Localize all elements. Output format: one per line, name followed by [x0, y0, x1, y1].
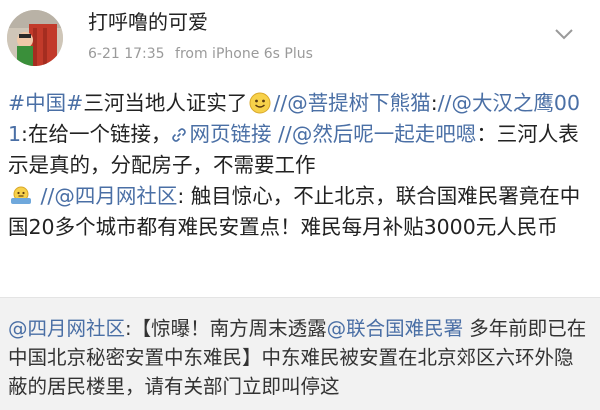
post-time: 6-21 17:35: [88, 46, 165, 62]
mention-link[interactable]: @四月网社区: [54, 184, 177, 208]
web-link[interactable]: 网页链接: [171, 122, 271, 146]
post-body: #中国#三河当地人证实了 //@菩提树下熊猫://@大汉之鹰001:在给一个链接…: [8, 88, 588, 243]
retweet-text-segment: :【惊曝！南方周末透露: [125, 317, 327, 340]
body-text-segment: :: [430, 91, 438, 115]
username[interactable]: 打呼噜的可爱: [88, 8, 208, 36]
web-link-label: 网页链接: [189, 122, 272, 146]
chevron-down-icon: [555, 29, 573, 40]
weibo-post: 打呼噜的可爱 6-21 17:35 from iPhone 6s Plus #中…: [0, 0, 600, 410]
avatar-image: [7, 10, 63, 66]
smile-emoji-icon: [249, 92, 271, 114]
repost-separator: //: [34, 184, 55, 208]
body-text-segment: 三河当地人证实了: [83, 91, 248, 115]
retweet-body: @四月网社区:【惊曝！南方周末透露@联合国难民署 多年前即已在中国北京秘密安置中…: [8, 314, 590, 401]
mention-link[interactable]: @四月网社区: [8, 317, 125, 340]
mention-link[interactable]: @然后呢一起走吧嗯: [292, 122, 477, 146]
retweet-card[interactable]: @四月网社区:【惊曝！南方周末透露@联合国难民署 多年前即已在中国北京秘密安置中…: [0, 297, 600, 410]
mention-link[interactable]: @菩提树下熊猫: [287, 91, 431, 115]
repost-separator: //: [437, 91, 452, 115]
topic-link[interactable]: #中国#: [8, 91, 83, 115]
link-icon: [172, 128, 187, 142]
post-meta: 6-21 17:35 from iPhone 6s Plus: [88, 44, 319, 64]
post-source[interactable]: from iPhone 6s Plus: [175, 46, 313, 62]
body-text-segment: :在给一个链接，: [21, 122, 172, 146]
repost-separator: //: [273, 91, 288, 115]
shrug-emoji-icon: [11, 186, 31, 204]
mention-link[interactable]: @联合国难民署: [327, 317, 464, 340]
more-options-button[interactable]: [552, 22, 576, 46]
repost-separator: //: [271, 122, 292, 146]
avatar[interactable]: [7, 10, 63, 66]
